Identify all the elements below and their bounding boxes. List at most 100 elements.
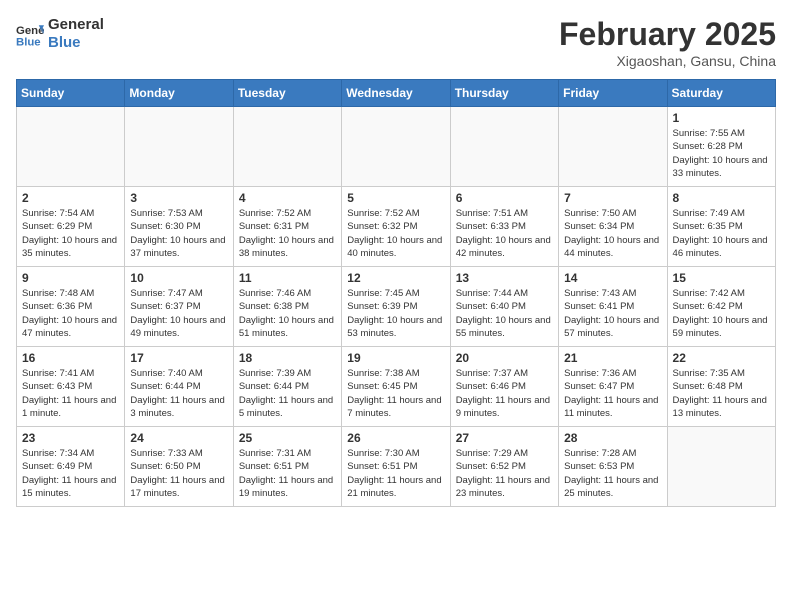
day-number: 23 (22, 431, 119, 445)
day-info: Sunrise: 7:53 AM Sunset: 6:30 PM Dayligh… (130, 207, 227, 260)
calendar-cell: 15 Sunrise: 7:42 AM Sunset: 6:42 PM Dayli… (667, 267, 775, 347)
calendar-cell: 9 Sunrise: 7:48 AM Sunset: 6:36 PM Daylig… (17, 267, 125, 347)
day-number: 20 (456, 351, 553, 365)
calendar-cell: 8 Sunrise: 7:49 AM Sunset: 6:35 PM Daylig… (667, 187, 775, 267)
calendar-cell: 6Sunrise: 7:51 AM Sunset: 6:33 PM Daylig… (450, 187, 558, 267)
day-number: 3 (130, 191, 227, 205)
day-info: Sunrise: 7:31 AM Sunset: 6:51 PM Dayligh… (239, 447, 336, 500)
day-number: 6 (456, 191, 553, 205)
logo: General Blue General Blue (16, 16, 104, 52)
month-title: February 2025 (559, 16, 776, 53)
weekday-header-wednesday: Wednesday (342, 80, 450, 107)
day-number: 25 (239, 431, 336, 445)
day-number: 11 (239, 271, 336, 285)
location: Xigaoshan, Gansu, China (559, 53, 776, 69)
calendar-cell: 26 Sunrise: 7:30 AM Sunset: 6:51 PM Dayli… (342, 427, 450, 507)
calendar-cell: 5 Sunrise: 7:52 AM Sunset: 6:32 PM Daylig… (342, 187, 450, 267)
day-number: 7 (564, 191, 661, 205)
calendar-cell: 24 Sunrise: 7:33 AM Sunset: 6:50 PM Dayli… (125, 427, 233, 507)
day-info: Sunrise: 7:46 AM Sunset: 6:38 PM Dayligh… (239, 287, 336, 340)
day-info: Sunrise: 7:36 AM Sunset: 6:47 PM Dayligh… (564, 367, 661, 420)
weekday-header-monday: Monday (125, 80, 233, 107)
day-number: 14 (564, 271, 661, 285)
calendar-cell: 4Sunrise: 7:52 AM Sunset: 6:31 PM Daylig… (233, 187, 341, 267)
day-number: 24 (130, 431, 227, 445)
day-info: Sunrise: 7:49 AM Sunset: 6:35 PM Dayligh… (673, 207, 770, 260)
calendar-cell: 14 Sunrise: 7:43 AM Sunset: 6:41 PM Dayli… (559, 267, 667, 347)
weekday-header-saturday: Saturday (667, 80, 775, 107)
day-info: Sunrise: 7:52 AM Sunset: 6:32 PM Dayligh… (347, 207, 444, 260)
calendar-cell: 1 Sunrise: 7:55 AM Sunset: 6:28 PM Daylig… (667, 107, 775, 187)
calendar-cell: 11 Sunrise: 7:46 AM Sunset: 6:38 PM Dayli… (233, 267, 341, 347)
day-info: Sunrise: 7:39 AM Sunset: 6:44 PM Dayligh… (239, 367, 336, 420)
calendar-cell: 3 Sunrise: 7:53 AM Sunset: 6:30 PM Daylig… (125, 187, 233, 267)
day-info: Sunrise: 7:52 AM Sunset: 6:31 PM Dayligh… (239, 207, 336, 260)
day-info: Sunrise: 7:45 AM Sunset: 6:39 PM Dayligh… (347, 287, 444, 340)
day-info: Sunrise: 7:35 AM Sunset: 6:48 PM Dayligh… (673, 367, 770, 420)
day-number: 16 (22, 351, 119, 365)
calendar-cell: 19Sunrise: 7:38 AM Sunset: 6:45 PM Dayli… (342, 347, 450, 427)
weekday-header-tuesday: Tuesday (233, 80, 341, 107)
day-info: Sunrise: 7:30 AM Sunset: 6:51 PM Dayligh… (347, 447, 444, 500)
calendar-cell (342, 107, 450, 187)
day-number: 21 (564, 351, 661, 365)
calendar-cell: 17 Sunrise: 7:40 AM Sunset: 6:44 PM Dayli… (125, 347, 233, 427)
calendar-cell (667, 427, 775, 507)
day-number: 5 (347, 191, 444, 205)
logo-line2: Blue (48, 34, 104, 52)
day-info: Sunrise: 7:41 AM Sunset: 6:43 PM Dayligh… (22, 367, 119, 420)
calendar-cell (125, 107, 233, 187)
day-number: 1 (673, 111, 770, 125)
weekday-header-thursday: Thursday (450, 80, 558, 107)
calendar-cell: 27 Sunrise: 7:29 AM Sunset: 6:52 PM Dayli… (450, 427, 558, 507)
calendar-cell: 16 Sunrise: 7:41 AM Sunset: 6:43 PM Dayli… (17, 347, 125, 427)
svg-text:Blue: Blue (16, 36, 41, 48)
calendar-table: SundayMondayTuesdayWednesdayThursdayFrid… (16, 79, 776, 507)
calendar-cell: 10 Sunrise: 7:47 AM Sunset: 6:37 PM Dayli… (125, 267, 233, 347)
calendar-cell: 2Sunrise: 7:54 AM Sunset: 6:29 PM Daylig… (17, 187, 125, 267)
day-number: 26 (347, 431, 444, 445)
day-info: Sunrise: 7:47 AM Sunset: 6:37 PM Dayligh… (130, 287, 227, 340)
calendar-cell (450, 107, 558, 187)
calendar-cell (233, 107, 341, 187)
calendar-cell (17, 107, 125, 187)
weekday-header-friday: Friday (559, 80, 667, 107)
day-info: Sunrise: 7:48 AM Sunset: 6:36 PM Dayligh… (22, 287, 119, 340)
day-info: Sunrise: 7:42 AM Sunset: 6:42 PM Dayligh… (673, 287, 770, 340)
day-info: Sunrise: 7:55 AM Sunset: 6:28 PM Dayligh… (673, 127, 770, 180)
day-number: 12 (347, 271, 444, 285)
day-info: Sunrise: 7:40 AM Sunset: 6:44 PM Dayligh… (130, 367, 227, 420)
day-number: 27 (456, 431, 553, 445)
logo-line1: General (48, 16, 104, 34)
day-number: 17 (130, 351, 227, 365)
day-info: Sunrise: 7:33 AM Sunset: 6:50 PM Dayligh… (130, 447, 227, 500)
logo-icon: General Blue (16, 20, 44, 48)
day-info: Sunrise: 7:43 AM Sunset: 6:41 PM Dayligh… (564, 287, 661, 340)
calendar-cell (559, 107, 667, 187)
day-number: 19 (347, 351, 444, 365)
title-block: February 2025 Xigaoshan, Gansu, China (559, 16, 776, 69)
day-number: 15 (673, 271, 770, 285)
calendar-cell: 20 Sunrise: 7:37 AM Sunset: 6:46 PM Dayli… (450, 347, 558, 427)
day-info: Sunrise: 7:34 AM Sunset: 6:49 PM Dayligh… (22, 447, 119, 500)
calendar-cell: 13 Sunrise: 7:44 AM Sunset: 6:40 PM Dayli… (450, 267, 558, 347)
calendar-cell: 22 Sunrise: 7:35 AM Sunset: 6:48 PM Dayli… (667, 347, 775, 427)
day-number: 8 (673, 191, 770, 205)
calendar-cell: 18Sunrise: 7:39 AM Sunset: 6:44 PM Dayli… (233, 347, 341, 427)
day-number: 28 (564, 431, 661, 445)
day-info: Sunrise: 7:29 AM Sunset: 6:52 PM Dayligh… (456, 447, 553, 500)
day-number: 9 (22, 271, 119, 285)
day-info: Sunrise: 7:50 AM Sunset: 6:34 PM Dayligh… (564, 207, 661, 260)
weekday-header-sunday: Sunday (17, 80, 125, 107)
day-info: Sunrise: 7:44 AM Sunset: 6:40 PM Dayligh… (456, 287, 553, 340)
day-number: 13 (456, 271, 553, 285)
day-number: 10 (130, 271, 227, 285)
calendar-cell: 12 Sunrise: 7:45 AM Sunset: 6:39 PM Dayli… (342, 267, 450, 347)
calendar-cell: 7 Sunrise: 7:50 AM Sunset: 6:34 PM Daylig… (559, 187, 667, 267)
calendar-cell: 23 Sunrise: 7:34 AM Sunset: 6:49 PM Dayli… (17, 427, 125, 507)
day-info: Sunrise: 7:28 AM Sunset: 6:53 PM Dayligh… (564, 447, 661, 500)
day-number: 22 (673, 351, 770, 365)
calendar-cell: 25 Sunrise: 7:31 AM Sunset: 6:51 PM Dayli… (233, 427, 341, 507)
page-header: General Blue General Blue February 2025 … (16, 16, 776, 69)
day-info: Sunrise: 7:37 AM Sunset: 6:46 PM Dayligh… (456, 367, 553, 420)
